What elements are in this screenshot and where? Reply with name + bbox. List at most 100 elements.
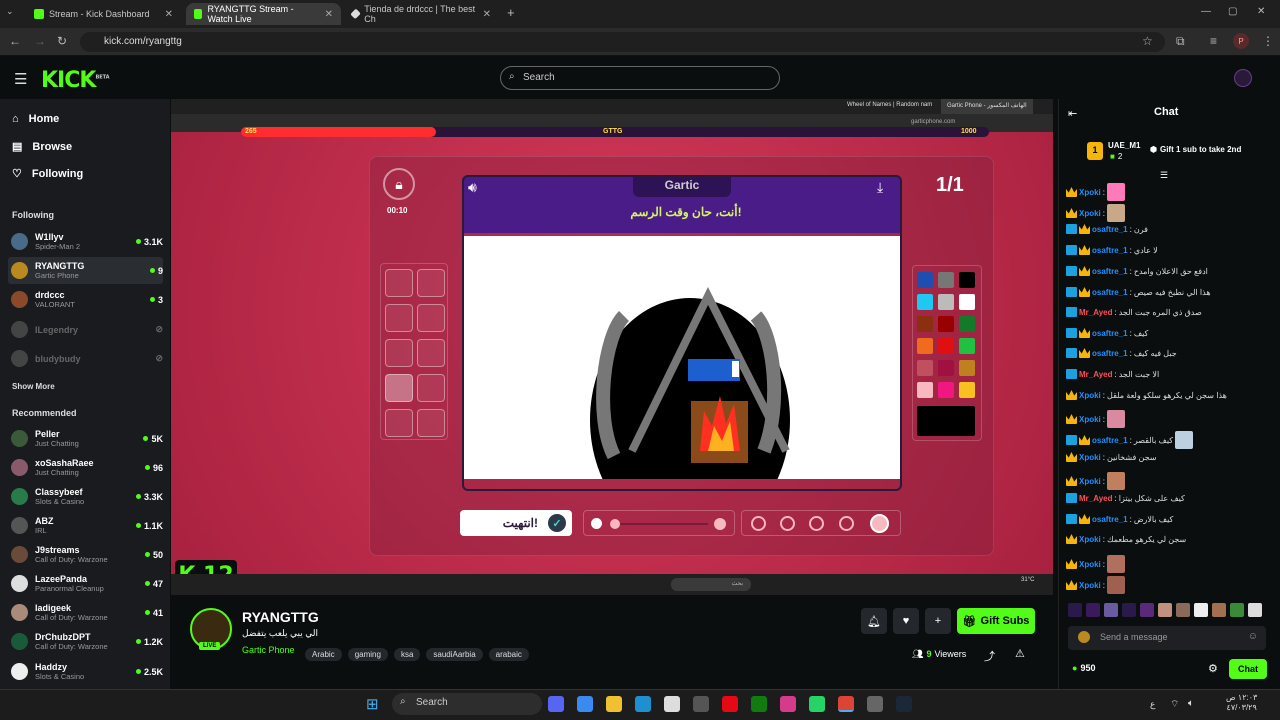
redo-tool-icon[interactable] — [417, 409, 445, 437]
back-icon[interactable]: ← — [9, 34, 21, 48]
tag[interactable]: saudiAarbia — [426, 648, 483, 661]
chat-username[interactable]: osaftre_1 — [1092, 436, 1128, 445]
window-close-icon[interactable]: ✕ — [1257, 6, 1265, 17]
done-button[interactable]: انتهيت! ✓ — [460, 510, 572, 536]
recommended-channel[interactable]: DrChubzDPT Call of Duty: Warzone 1.2K — [8, 628, 163, 655]
emote[interactable] — [1140, 603, 1154, 617]
emote[interactable] — [1176, 603, 1190, 617]
download-icon[interactable]: ⤓ — [877, 179, 883, 196]
emote[interactable] — [1158, 603, 1172, 617]
chat-username[interactable]: osaftre_1 — [1092, 515, 1128, 524]
share-icon[interactable]: ⤴ — [984, 648, 995, 664]
subscribe-plus-icon[interactable]: + — [925, 608, 951, 634]
line-tool-icon[interactable] — [417, 374, 445, 402]
copilot-icon[interactable] — [577, 696, 593, 712]
obs-icon[interactable] — [867, 696, 883, 712]
steam-icon[interactable] — [896, 696, 912, 712]
square-outline-tool-icon[interactable] — [417, 304, 445, 332]
eraser-tool-icon[interactable] — [385, 269, 413, 297]
emote[interactable] — [1086, 603, 1100, 617]
chat-username[interactable]: Mr_Ayed — [1079, 308, 1113, 317]
search-input[interactable]: ⌕ Search — [500, 66, 780, 90]
browser-tab-tienda[interactable]: Tienda de drdccc | The best Ch ✕ — [344, 3, 499, 25]
nav-home[interactable]: ⌂ Home — [12, 113, 59, 125]
pencil-tool-icon[interactable] — [417, 269, 445, 297]
slider-handle[interactable] — [610, 519, 620, 529]
chat-username[interactable]: Xpoki — [1079, 560, 1101, 569]
close-tab-icon[interactable]: ✕ — [165, 9, 173, 20]
report-icon[interactable]: ⚠ — [1015, 647, 1025, 660]
opacity-option[interactable] — [809, 516, 824, 531]
emote[interactable] — [1248, 603, 1262, 617]
color-swatch[interactable] — [917, 382, 933, 398]
store-icon[interactable] — [664, 696, 680, 712]
recommended-channel[interactable]: xoSashaRaee Just Chatting 96 — [8, 454, 163, 481]
color-swatch[interactable] — [959, 272, 975, 288]
following-channel-ilegendry[interactable]: ILegendry ⊘ — [8, 316, 163, 343]
new-tab-icon[interactable]: + — [507, 5, 515, 20]
chat-username[interactable]: Mr_Ayed — [1079, 494, 1113, 503]
color-swatch[interactable] — [938, 294, 954, 310]
user-avatar[interactable] — [1234, 69, 1252, 87]
bookmark-star-icon[interactable]: ☆ — [1142, 34, 1153, 48]
url-field[interactable]: kick.com/ryangttg — [80, 32, 1165, 52]
tag[interactable]: Arabic — [305, 648, 342, 661]
emote[interactable] — [1122, 603, 1136, 617]
close-tab-icon[interactable]: ✕ — [483, 9, 491, 20]
windows-start-icon[interactable]: ⊞ — [366, 695, 379, 713]
emote[interactable] — [1194, 603, 1208, 617]
chat-username[interactable]: osaftre_1 — [1092, 329, 1128, 338]
recommended-channel[interactable]: Peller Just Chatting 5K — [8, 425, 163, 452]
color-swatch[interactable] — [938, 272, 954, 288]
chat-username[interactable]: Xpoki — [1079, 209, 1101, 218]
circle-fill-tool-icon[interactable] — [385, 339, 413, 367]
forward-icon[interactable]: → — [34, 34, 46, 48]
chat-username[interactable]: Xpoki — [1079, 477, 1101, 486]
chat-username[interactable]: Xpoki — [1079, 188, 1101, 197]
gift-cta[interactable]: ⬢ Gift 1 sub to take 2nd — [1150, 145, 1241, 154]
color-swatch[interactable] — [938, 382, 954, 398]
drawing-canvas[interactable] — [464, 236, 900, 542]
color-swatch[interactable] — [959, 316, 975, 332]
chat-username[interactable]: Mr_Ayed — [1079, 370, 1113, 379]
color-swatch[interactable] — [938, 360, 954, 376]
app-icon[interactable] — [693, 696, 709, 712]
nav-following[interactable]: ♡ Following — [12, 167, 83, 181]
stream-player[interactable]: Wheel of Names | Random nam Gartic Phone… — [171, 99, 1053, 595]
following-channel-bludybudy[interactable]: bludybudy ⊘ — [8, 345, 163, 372]
extensions-icon[interactable]: ⧉ — [1176, 34, 1185, 49]
kick-logo[interactable]: KICKBETA — [41, 68, 110, 93]
color-swatch[interactable] — [938, 316, 954, 332]
chat-username[interactable]: osaftre_1 — [1092, 225, 1128, 234]
clock[interactable]: ١٢:٠٣ ص ٤٧/٠٣/٢٩ — [1226, 693, 1257, 713]
maximize-icon[interactable]: ▢ — [1228, 6, 1237, 17]
browser-tab-ryangttg[interactable]: RYANGTTG Stream - Watch Live ✕ — [186, 3, 341, 25]
emote[interactable] — [1068, 603, 1082, 617]
channel-name[interactable]: RYANGTTG — [242, 609, 319, 625]
emote[interactable] — [1230, 603, 1244, 617]
media-icon[interactable]: ≡ — [1210, 34, 1217, 48]
opacity-option[interactable] — [780, 516, 795, 531]
circle-outline-tool-icon[interactable] — [385, 304, 413, 332]
following-channel-w1llyv[interactable]: W1llyv Spider-Man 2 3.1K — [8, 228, 163, 255]
netflix-icon[interactable] — [722, 696, 738, 712]
recommended-channel[interactable]: LazeePanda Paranormal Cleanup 47 — [8, 570, 163, 597]
leader-name[interactable]: UAE_M1 — [1108, 141, 1140, 150]
recommended-channel[interactable]: ladigeek Call of Duty: Warzone 41 — [8, 599, 163, 626]
color-swatch[interactable] — [917, 316, 933, 332]
show-more-link[interactable]: Show More — [12, 382, 55, 391]
following-channel-ryangttg[interactable]: RYANGTTG Gartic Phone 9 — [8, 257, 163, 284]
instagram-icon[interactable] — [780, 696, 796, 712]
chat-settings-icon[interactable]: ⚙ — [1208, 662, 1218, 675]
chat-username[interactable]: Xpoki — [1079, 415, 1101, 424]
color-swatch[interactable] — [917, 360, 933, 376]
chat-username[interactable]: osaftre_1 — [1092, 246, 1128, 255]
opacity-selector[interactable] — [741, 510, 901, 536]
browser-tab-kick-dashboard[interactable]: Stream - Kick Dashboard ✕ — [26, 3, 181, 25]
emote[interactable] — [1104, 603, 1118, 617]
opacity-option-selected[interactable] — [870, 514, 889, 533]
chat-username[interactable]: Xpoki — [1079, 581, 1101, 590]
minimize-icon[interactable]: — — [1201, 6, 1211, 17]
opacity-option[interactable] — [839, 516, 854, 531]
category-link[interactable]: Gartic Phone — [242, 645, 295, 655]
